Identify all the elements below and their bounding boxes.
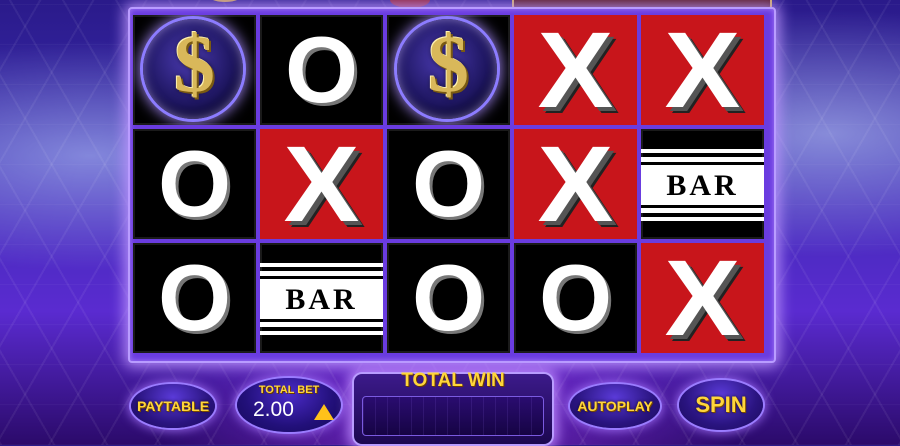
dollar-symbol: $ xyxy=(428,18,469,109)
reel-cell: O xyxy=(133,129,256,239)
bar-stripe-top xyxy=(641,149,764,153)
x-symbol: X xyxy=(537,129,614,239)
bar-stripe-bottom xyxy=(260,331,383,335)
reel-cell: O xyxy=(387,129,510,239)
gold-swirl-ornament xyxy=(210,0,240,2)
x-symbol: X xyxy=(664,15,741,125)
bar-stripe-top xyxy=(260,263,383,267)
autoplay-button[interactable]: AUTOPLAY xyxy=(570,384,660,428)
reel-cell: BAR xyxy=(641,129,764,239)
total-win-label: TOTAL WIN xyxy=(401,370,505,391)
reel-cell: X xyxy=(260,129,383,239)
total-bet-control[interactable]: TOTAL BET 2.00 xyxy=(237,378,341,432)
total-bet-value: 2.00 xyxy=(253,398,294,421)
reel-cell: BAR xyxy=(260,243,383,353)
o-symbol: O xyxy=(538,245,613,350)
reel-cell: O xyxy=(133,243,256,353)
o-symbol: O xyxy=(157,131,232,236)
x-symbol: X xyxy=(283,129,360,239)
total-bet-label: TOTAL BET xyxy=(258,384,320,396)
bar-stripe-bottom xyxy=(641,217,764,221)
o-symbol: O xyxy=(157,245,232,350)
paytable-button[interactable]: PAYTABLE xyxy=(131,384,215,428)
total-win-panel: TOTAL WIN xyxy=(352,370,554,446)
reel-cell: X xyxy=(514,129,637,239)
reel-cell: $ xyxy=(133,15,256,125)
spin-label: SPIN xyxy=(695,392,747,417)
bar-symbol: BAR xyxy=(666,169,739,202)
bar-symbol: BAR xyxy=(285,283,358,316)
bet-up-arrow-icon[interactable] xyxy=(314,404,334,420)
reel-cell: O xyxy=(260,15,383,125)
reel-cell: X xyxy=(641,243,764,353)
autoplay-label: AUTOPLAY xyxy=(577,398,653,414)
o-symbol: O xyxy=(284,17,359,122)
reel-cell: O xyxy=(514,243,637,353)
paytable-label: PAYTABLE xyxy=(136,398,210,414)
spin-button[interactable]: SPIN xyxy=(679,380,763,430)
x-symbol: X xyxy=(664,243,741,353)
dollar-symbol: $ xyxy=(174,18,215,109)
reel-cell: $ xyxy=(387,15,510,125)
reel-cell: X xyxy=(514,15,637,125)
reel-cell: O xyxy=(387,243,510,353)
reel-cell: X xyxy=(641,15,764,125)
o-symbol: O xyxy=(411,245,486,350)
o-symbol: O xyxy=(411,131,486,236)
control-bar: PAYTABLE TOTAL BET 2.00 TOTAL WIN AUTOPL… xyxy=(0,360,900,446)
reel-grid: $ O $ X X O X O X BAR O BAR O O X xyxy=(133,15,764,353)
total-win-display xyxy=(362,396,544,436)
x-symbol: X xyxy=(537,15,614,125)
